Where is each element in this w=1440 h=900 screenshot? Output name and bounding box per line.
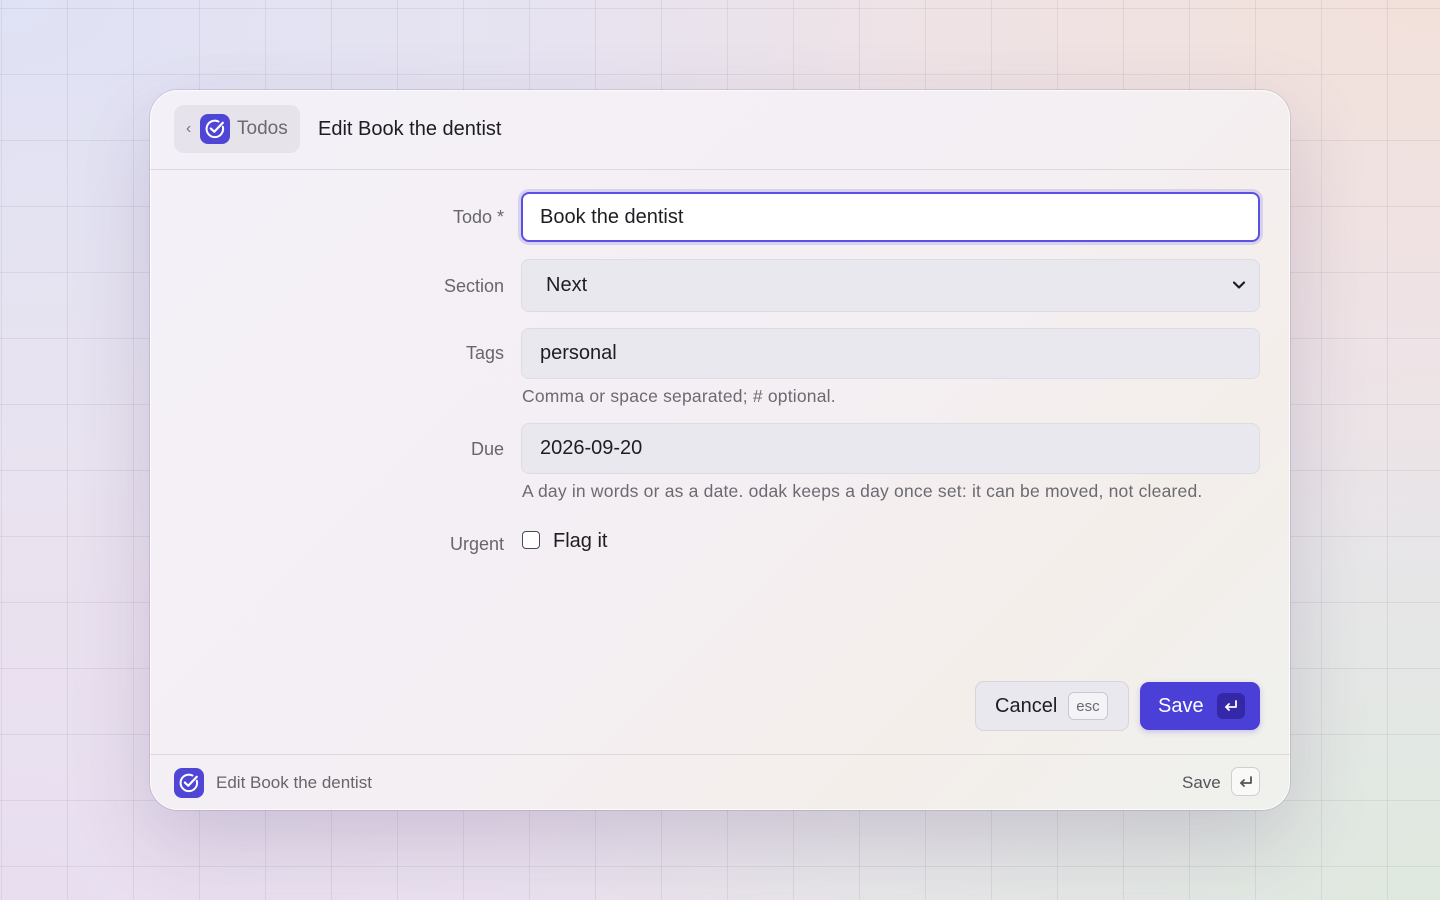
section-label: Section <box>443 276 504 296</box>
urgent-checkbox-label[interactable]: Flag it <box>553 530 607 553</box>
cancel-button[interactable]: Cancel esc <box>975 681 1129 731</box>
return-key-icon[interactable] <box>1231 767 1260 796</box>
due-input[interactable]: 2026-09-20 <box>521 423 1260 474</box>
cancel-button-label: Cancel <box>995 694 1058 717</box>
return-key-icon <box>1216 693 1245 719</box>
todo-input[interactable]: Book the dentist <box>521 192 1260 242</box>
section-select-value: Next <box>546 274 588 296</box>
tags-hint: Comma or space separated; # optional. <box>522 386 836 406</box>
due-input-value: 2026-09-20 <box>540 437 643 459</box>
window-footer: Edit Book the dentist Save <box>150 754 1290 810</box>
save-button-label: Save <box>1158 694 1204 717</box>
window-header: ‹ Todos Edit Book the dentist <box>150 90 1290 170</box>
back-to-todos-button[interactable]: ‹ Todos <box>174 105 300 153</box>
chevron-left-icon: ‹ <box>186 120 192 137</box>
tags-input[interactable]: personal <box>521 328 1260 379</box>
save-button[interactable]: Save <box>1140 682 1260 730</box>
tags-input-value: personal <box>540 342 617 364</box>
edit-todo-window: ‹ Todos Edit Book the dentist Todo * Boo… <box>150 90 1290 810</box>
urgent-checkbox[interactable] <box>522 531 540 549</box>
check-circle-icon <box>174 768 204 798</box>
tags-label: Tags <box>465 343 504 363</box>
section-select[interactable]: Next <box>521 259 1260 312</box>
back-label: Todos <box>237 118 288 139</box>
todo-input-value: Book the dentist <box>540 205 684 228</box>
esc-shortcut-badge: esc <box>1068 692 1108 720</box>
todo-label: Todo * <box>452 207 504 227</box>
urgent-label: Urgent <box>449 534 504 554</box>
page-title: Edit Book the dentist <box>318 118 502 140</box>
chevron-down-icon <box>1231 276 1247 299</box>
due-label: Due <box>470 439 504 459</box>
footer-save-action[interactable]: Save <box>1182 773 1221 793</box>
footer-title: Edit Book the dentist <box>216 773 372 792</box>
due-hint: A day in words or as a date. odak keeps … <box>522 481 1203 501</box>
check-circle-icon <box>200 114 230 144</box>
